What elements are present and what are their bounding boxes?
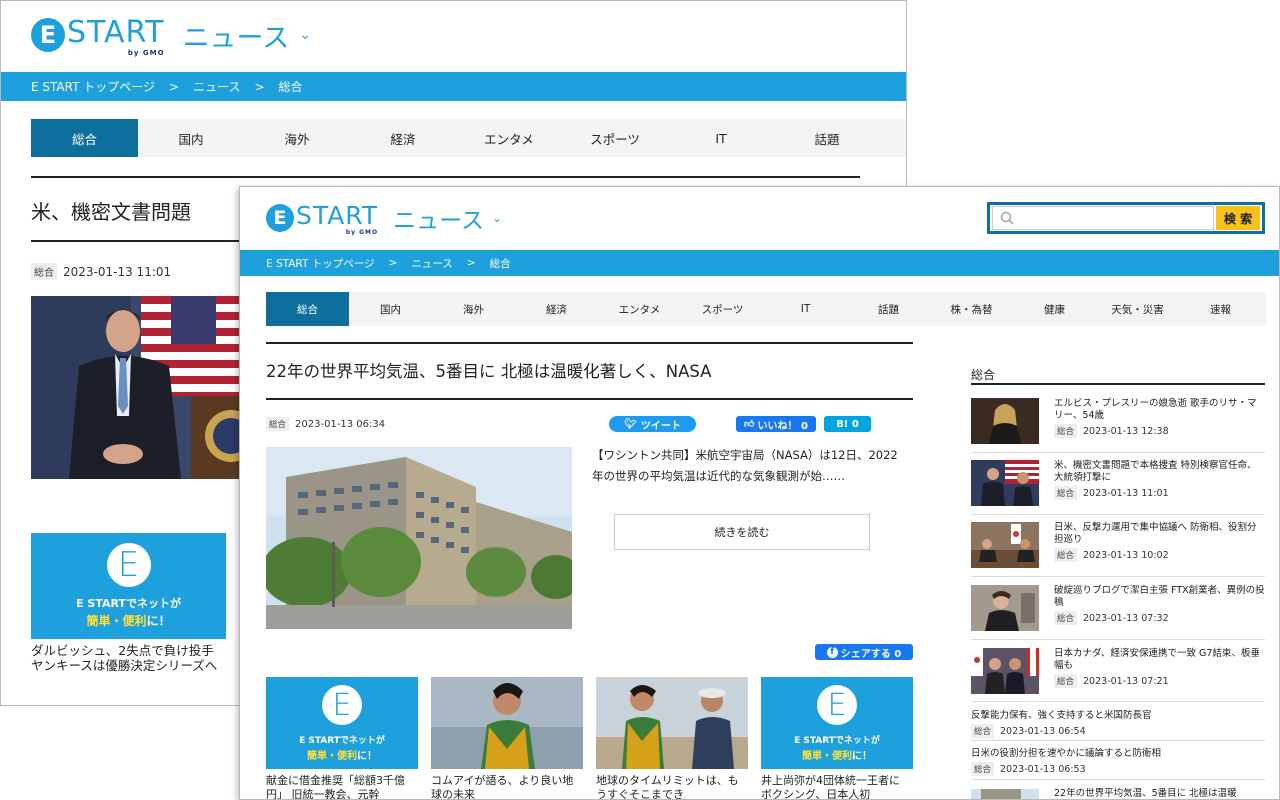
tab-stocks[interactable]: 株・為替 (930, 292, 1013, 326)
tab-economy[interactable]: 経済 (515, 292, 598, 326)
headline-rule-top (266, 342, 913, 344)
sidebar-thumb (971, 585, 1039, 631)
tab-entertainment[interactable]: エンタメ (456, 119, 562, 157)
tab-health[interactable]: 健康 (1013, 292, 1096, 326)
tab-topics[interactable]: 話題 (847, 292, 930, 326)
sidebar-item-text[interactable]: 日米の役割分担を速やかに議論すると防衛相 総合 2023-01-13 06:53 (971, 748, 1265, 776)
chevron-down-icon[interactable]: ⌄ (492, 211, 502, 225)
sidebar-item-text[interactable]: 反撃能力保有、強く支持すると米国防長官 総合 2023-01-13 06:54 (971, 710, 1265, 738)
promo-banner[interactable]: E E STARTでネットが 簡単・便利に！ (31, 533, 226, 639)
sidebar-thumb (971, 788, 1039, 799)
search-input[interactable] (992, 206, 1214, 230)
card-title-3[interactable]: 地球のタイムリミットは、もうすぐそこまでき (596, 774, 748, 799)
article-photo (31, 296, 241, 479)
article-headline[interactable]: 米、機密文書問題 (31, 196, 191, 225)
tab-topics[interactable]: 話題 (774, 119, 880, 157)
sidebar-thumb (971, 398, 1039, 444)
news-label: ニュース (182, 22, 290, 54)
tab-general[interactable]: 総合 (266, 292, 349, 326)
article-date: 2023-01-13 11:01 (63, 264, 172, 279)
sidebar-thumb (971, 460, 1039, 506)
like-button[interactable]: 👍︎ いいね！ 0 (736, 416, 816, 432)
breadcrumb-current: 総合 (489, 257, 511, 270)
tab-sports[interactable]: スポーツ (562, 119, 668, 157)
promo-e-icon: E (817, 685, 857, 725)
sidebar-item[interactable]: 日本カナダ、経済安保連携で一致 G7結束、板垂幅も 総合 2023-01-13 07… (971, 648, 1265, 694)
twitter-icon: 🐦︎ (624, 418, 637, 430)
sidebar-item[interactable]: 日米、反撃力運用で集中協議へ 防衛相、役割分担巡り 総合 2023-01-13 10… (971, 522, 1265, 568)
tab-it[interactable]: IT (764, 292, 847, 326)
tab-domestic[interactable]: 国内 (138, 119, 244, 157)
logo-e-mark: E (31, 18, 65, 52)
tab-domestic[interactable]: 国内 (349, 292, 432, 326)
search-box: 検 索 (987, 202, 1265, 234)
front-browser-window: E START by GMO ニュース ⌄ 検 索 E START トップページ… (239, 186, 1280, 800)
facebook-icon: f (826, 646, 838, 658)
sidebar-item[interactable]: 米、機密文書問題で本格捜査 特別検察官任命、大統領打撃に 総合 2023-01-13… (971, 460, 1265, 506)
promo-banner-2[interactable]: E E STARTでネットが 簡単・便利に！ (761, 677, 913, 769)
breadcrumb-news[interactable]: ニュース (411, 256, 452, 271)
hatena-bookmark-button[interactable]: B! 0 (824, 416, 871, 432)
chevron-down-icon[interactable]: ⌄ (299, 27, 311, 43)
sidebar-item[interactable]: エルビス・プレスリーの娘急逝 歌手のリサ・マリー、54歳 総合 2023-01-13… (971, 398, 1265, 444)
sidebar-heading: 総合 (971, 368, 996, 382)
tab-general[interactable]: 総合 (31, 119, 138, 157)
promo-e-icon: E (106, 543, 151, 587)
sidebar-item[interactable]: 破綻巡りブログで潔白主張 FTX創業者、異例の投稿 総合 2023-01-13 07… (971, 585, 1265, 631)
headline-rule-top (31, 176, 860, 178)
card-photo-3 (596, 677, 748, 769)
category-tabs: 総合 国内 海外 経済 エンタメ スポーツ IT 話題 (31, 119, 906, 157)
facebook-share-button[interactable]: f シェアする 0 (815, 644, 913, 660)
sidebar-item[interactable]: 22年の世界平均気温、5番目に 北極は温暖 (971, 788, 1265, 799)
card-title[interactable]: ダルビッシュ、2失点で負け投手 ヤンキースは優勝決定シリーズへ (31, 643, 226, 689)
category-badge: 総合 (266, 417, 290, 431)
tab-sports[interactable]: スポーツ (681, 292, 764, 326)
sidebar-thumb (971, 522, 1039, 568)
tab-weather[interactable]: 天気・災害 (1096, 292, 1179, 326)
site-logo[interactable]: E START by GMO ニュース ⌄ (31, 15, 311, 57)
tweet-button[interactable]: 🐦︎ ツイート (609, 416, 696, 432)
news-label: ニュース (393, 208, 484, 234)
breadcrumb-current: 総合 (278, 80, 303, 94)
sidebar-rule (971, 383, 1265, 385)
article-headline: 22年の世界平均気温、5番目に 北極は温暖化著しく、NASA (266, 362, 712, 381)
logo-e-mark: E (266, 204, 294, 232)
headline-rule-bottom (266, 398, 913, 400)
article-meta: 総合 2023-01-13 11:01 (31, 263, 171, 280)
sidebar-thumb (971, 648, 1039, 694)
article-meta: 総合 2023-01-13 06:34 (266, 417, 385, 431)
logo-gmo: by GMO (127, 49, 165, 57)
article-photo (266, 447, 572, 629)
article-summary: 【ワシントン共同】米航空宇宙局（NASA）は12日、2022年の世界の平均気温は… (592, 448, 898, 483)
tab-it[interactable]: IT (668, 119, 774, 157)
breadcrumb-top[interactable]: E START トップページ (31, 78, 155, 95)
category-tabs: 総合 国内 海外 経済 エンタメ スポーツ IT 話題 株・為替 健康 天気・災… (266, 292, 1266, 326)
tab-breaking[interactable]: 速報 (1179, 292, 1262, 326)
promo-banner[interactable]: E E STARTでネットが 簡単・便利に！ (266, 677, 418, 769)
tab-entertainment[interactable]: エンタメ (598, 292, 681, 326)
category-badge: 総合 (31, 263, 57, 280)
logo-wordmark: START (67, 15, 165, 50)
site-logo[interactable]: E START by GMO ニュース ⌄ (266, 201, 502, 236)
logo-wordmark: START (296, 201, 379, 230)
read-more-button[interactable]: 続きを読む (614, 514, 870, 550)
tab-economy[interactable]: 経済 (350, 119, 456, 157)
card-title-4[interactable]: 井上尚弥が4団体統一王者に ボクシング、日本人初 (761, 774, 913, 799)
tab-international[interactable]: 海外 (432, 292, 515, 326)
search-icon (1000, 211, 1014, 229)
search-button[interactable]: 検 索 (1216, 206, 1260, 230)
breadcrumb: E START トップページ > ニュース > 総合 (1, 72, 906, 101)
promo-e-icon: E (322, 685, 362, 725)
card-photo-2 (431, 677, 583, 769)
thumbs-up-icon: 👍︎ (744, 419, 755, 430)
logo-gmo: by GMO (345, 229, 379, 236)
breadcrumb: E START トップページ > ニュース > 総合 (240, 250, 1279, 276)
card-title-1[interactable]: 献金に借金推奨「総額3千億円」 旧統一教会、元幹 (266, 774, 418, 799)
tab-international[interactable]: 海外 (244, 119, 350, 157)
breadcrumb-top[interactable]: E START トップページ (266, 256, 375, 271)
breadcrumb-news[interactable]: ニュース (193, 78, 240, 95)
article-date: 2023-01-13 06:34 (295, 418, 386, 430)
card-title-2[interactable]: コムアイが語る、より良い地球の未来 (431, 774, 583, 799)
